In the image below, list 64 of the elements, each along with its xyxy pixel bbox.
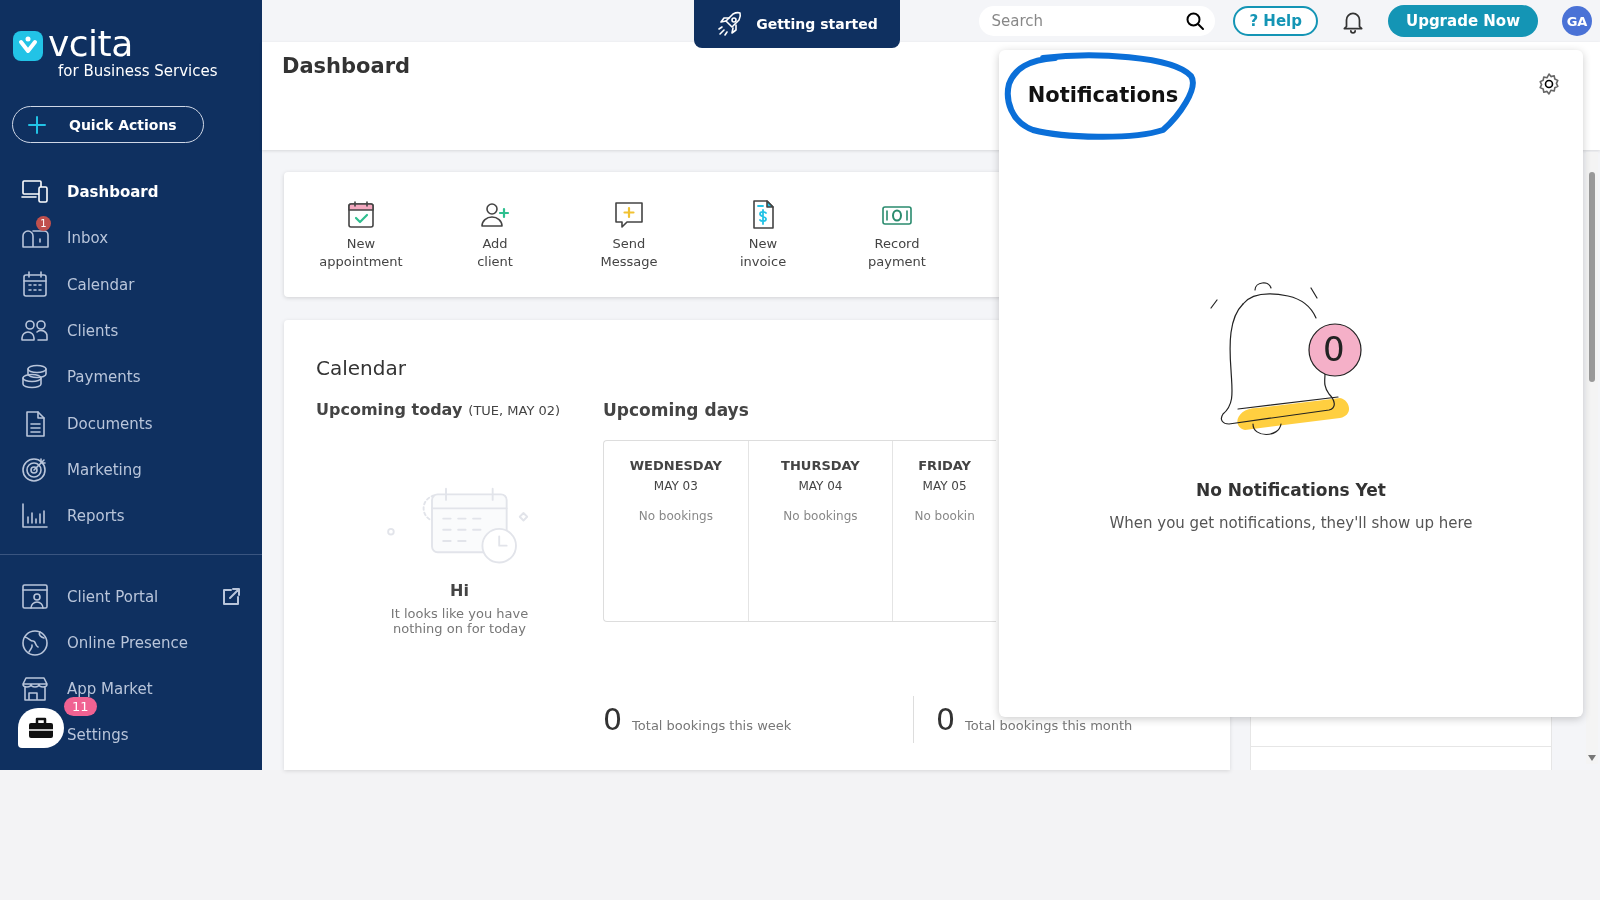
heart-check-logo-icon [12,30,44,62]
settings-icon [1537,72,1561,96]
empty-state-title: No Notifications Yet [1196,480,1386,500]
booking-status: No bookin [914,509,975,523]
search-icon [1185,11,1206,31]
search-field[interactable]: Search [979,6,1216,36]
booking-status: No bookings [783,509,858,523]
section-title: Calendar [316,356,407,380]
sidebar-item[interactable]: Clients [67,322,119,341]
sidebar-item[interactable]: App Market [67,680,153,699]
booking-status: No bookings [638,509,713,523]
sidebar-item[interactable]: Calendar [67,275,135,294]
sidebar-item[interactable]: Reports [67,507,125,526]
logo-tagline: for Business Services [58,62,218,80]
user-avatar[interactable]: GA [1562,6,1592,36]
calendar-icon [20,269,50,300]
browser-person-icon [20,581,50,612]
empty-state-title: Hi [450,581,469,600]
day-name: THURSDAY [781,458,860,473]
globe-icon [20,627,50,658]
scrollbar-thumb[interactable] [1589,172,1595,382]
sidebar-item[interactable]: Settings [67,726,129,745]
quick-action-button[interactable]: Add client [428,198,562,271]
sidebar-item[interactable]: Marketing [67,460,142,479]
panel-title: Notifications [1027,83,1179,107]
total-label: Total bookings this month [965,718,1133,733]
page-title: Dashboard [282,54,412,78]
quick-action-button[interactable]: New appointment [294,198,428,271]
quick-action-button[interactable]: Record payment [830,198,964,271]
day-date: MAY 05 [922,479,967,493]
quick-action-button[interactable]: Send Message [562,198,696,271]
day-date: MAY 03 [653,479,698,493]
sidebar-item[interactable]: Inbox [67,229,109,248]
upgrade-button[interactable]: Upgrade Now [1387,5,1538,37]
day-name: WEDNESDAY [629,458,722,473]
logo-wordmark: vcita [48,26,134,62]
total-count: 0 [936,702,956,737]
scroll-down-arrow-icon [1587,754,1597,762]
subsection-title: Upcoming days [603,400,750,420]
day-name: FRIDAY [918,458,971,473]
subsection-title: Upcoming today [316,400,463,419]
day-date: MAY 04 [798,479,843,493]
empty-state-text: When you get notifications, they'll show up here [1109,514,1473,532]
total-label: Total bookings this week [632,718,792,733]
toolbox-icon [27,716,55,740]
sidebar-item[interactable]: Dashboard [67,183,159,202]
calendar-check-icon [345,198,377,231]
settings-button[interactable] [1537,72,1561,96]
count-number: 0 [1323,329,1345,369]
plus-icon [27,114,47,135]
sidebar-item[interactable]: Payments [67,368,141,387]
getting-started-tab[interactable]: Getting started [694,0,900,48]
empty-state-text: It looks like you have nothing on for today [389,606,530,636]
quick-action-button[interactable]: New invoice [696,198,830,271]
help-button[interactable]: ? Help [1233,6,1318,36]
count-badge: 11 [64,697,97,716]
count-badge: 1 [36,216,51,232]
sidebar-item[interactable]: Client Portal [67,587,159,606]
scrollbar[interactable] [1586,152,1598,764]
toolbox-button[interactable] [18,708,64,748]
sidebar-item[interactable]: Online Presence [67,633,189,652]
sidebar-item[interactable]: Documents [67,414,153,433]
date-label: (TUE, MAY 02) [468,403,561,418]
total-count: 0 [603,702,623,737]
